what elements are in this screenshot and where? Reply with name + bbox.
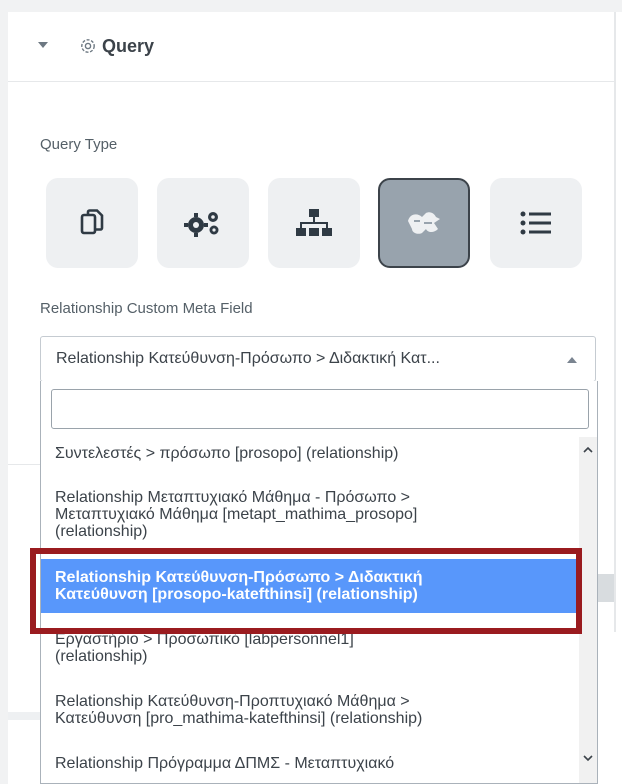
- option-line: Relationship Κατεύθυνση-Πρόσωπο > Διδακτ…: [55, 569, 423, 586]
- background-divider: [8, 464, 40, 465]
- background-divider: [8, 712, 40, 720]
- query-type-relationship-button[interactable]: [378, 178, 470, 268]
- query-panel-header[interactable]: Query: [8, 12, 614, 82]
- query-type-sitemap-button[interactable]: [268, 178, 360, 268]
- query-type-list-button[interactable]: [490, 178, 582, 268]
- option-line: (relationship): [55, 523, 148, 540]
- panel-title: Query: [102, 36, 155, 56]
- option-line: Κατεύθυνση [pro_mathima-katefthinsi] (re…: [55, 710, 423, 727]
- option-line: Εργαστήριο > Προσωπικό [labpersonnel1]: [55, 631, 354, 648]
- dropdown-option[interactable]: Relationship Πρόγραμμα ΔΠΜΣ - Μεταπτυχια…: [41, 755, 581, 772]
- relationship-dropdown: Συντελεστές > πρόσωπο [prosopo] (relatio…: [40, 381, 598, 784]
- query-type-gears-button[interactable]: [157, 178, 249, 268]
- left-gutter: [0, 0, 8, 784]
- option-line: Relationship Πρόγραμμα ΔΠΜΣ - Μεταπτυχια…: [55, 755, 395, 772]
- option-line: Κατεύθυνση [prosopo-katefthinsi] (relati…: [55, 586, 418, 603]
- sitemap-icon: [296, 209, 332, 236]
- gear-outline-icon: [81, 39, 95, 53]
- select-value: Relationship Κατεύθυνση-Πρόσωπο > Διδακτ…: [56, 350, 440, 367]
- option-line: Relationship Μεταπτυχιακό Μάθημα - Πρόσω…: [55, 489, 411, 506]
- option-line: Μεταπτυχιακό Μάθημα [metapt_mathima_pros…: [55, 506, 418, 523]
- dropdown-scrollbar[interactable]: [579, 437, 597, 783]
- top-strip: [0, 0, 622, 12]
- relationship-field-select[interactable]: Relationship Κατεύθυνση-Πρόσωπο > Διδακτ…: [40, 336, 596, 382]
- copy-icon: [80, 209, 104, 235]
- dropdown-option[interactable]: Relationship Κατεύθυνση-Προπτυχιακό Μάθη…: [41, 693, 581, 727]
- chevron-down-icon[interactable]: [583, 753, 593, 763]
- option-line: (relationship): [55, 648, 148, 665]
- relationship-field-label: Relationship Custom Meta Field: [40, 300, 253, 317]
- caret-up-icon: [567, 357, 577, 363]
- list-icon: [520, 211, 551, 235]
- dropdown-option-highlighted[interactable]: Relationship Κατεύθυνση-Πρόσωπο > Διδακτ…: [41, 559, 581, 613]
- gears-icon: [184, 212, 219, 237]
- dropdown-search-input[interactable]: [51, 389, 589, 429]
- dropdown-option[interactable]: Relationship Μεταπτυχιακό Μάθημα - Πρόσω…: [41, 489, 581, 540]
- query-type-label: Query Type: [40, 136, 118, 153]
- query-type-copy-button[interactable]: [46, 178, 138, 268]
- caret-down-icon[interactable]: [38, 42, 48, 48]
- dropdown-option[interactable]: Συντελεστές > πρόσωπο [prosopo] (relatio…: [41, 445, 581, 462]
- dropdown-option[interactable]: Εργαστήριο > Προσωπικό [labpersonnel1] (…: [41, 631, 581, 665]
- option-line: Συντελεστές > πρόσωπο [prosopo] (relatio…: [55, 445, 399, 462]
- relationship-icon: [408, 212, 440, 234]
- chevron-up-icon[interactable]: [583, 445, 593, 455]
- panel-right-border: [614, 12, 616, 632]
- option-line: Relationship Κατεύθυνση-Προπτυχιακό Μάθη…: [55, 693, 410, 710]
- background-scrollbar: [598, 574, 614, 602]
